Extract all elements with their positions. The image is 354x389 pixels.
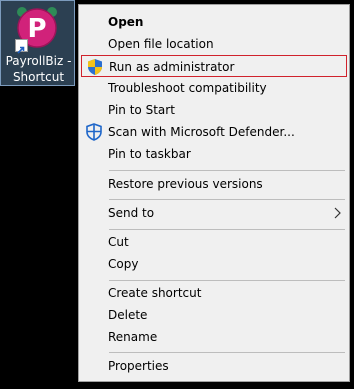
menu-item-label: Delete [108,308,148,322]
menu-item-copy[interactable]: Copy [81,253,347,275]
menu-item-label: Pin to taskbar [108,147,191,161]
payrollbiz-shortcut[interactable]: P PayrollBiz - Shortcut [0,0,75,86]
menu-item-create-shortcut[interactable]: Create shortcut [81,282,347,304]
uac-shield-icon [88,59,102,75]
menu-item-label: Restore previous versions [108,177,263,191]
menu-item-label: Run as administrator [109,60,235,74]
menu-item-label: Rename [108,330,158,344]
menu-item-label: Scan with Microsoft Defender... [108,125,295,139]
menu-item-properties[interactable]: Properties [81,355,347,377]
menu-item-label: Cut [108,235,129,249]
menu-item-label: Pin to Start [108,103,175,117]
menu-item-open-file-location[interactable]: Open file location [81,33,347,55]
menu-separator [109,280,345,281]
menu-separator [109,170,345,171]
menu-item-label: Properties [108,359,169,373]
shortcut-label: PayrollBiz - Shortcut [1,53,76,85]
menu-item-open[interactable]: Open [81,11,347,33]
shortcut-label-line2: Shortcut [12,70,65,84]
menu-item-delete[interactable]: Delete [81,304,347,326]
shortcut-label-line1: PayrollBiz - [5,54,72,68]
menu-item-label: Open file location [108,37,214,51]
menu-item-rename[interactable]: Rename [81,326,347,348]
menu-item-pin-to-taskbar[interactable]: Pin to taskbar [81,143,347,165]
menu-separator [109,352,345,353]
desktop: P PayrollBiz - Shortcut Open Open file l… [0,0,354,389]
chevron-right-icon [334,207,341,219]
menu-item-label: Open [108,15,144,29]
menu-item-troubleshoot-compatibility[interactable]: Troubleshoot compatibility [81,77,347,99]
menu-item-send-to[interactable]: Send to [81,202,347,224]
menu-separator [109,199,345,200]
menu-item-run-as-administrator[interactable]: Run as administrator [81,55,347,77]
menu-item-label: Copy [108,257,139,271]
context-menu: Open Open file location Run as administr… [78,4,350,382]
menu-item-scan-with-defender[interactable]: Scan with Microsoft Defender... [81,121,347,143]
defender-icon [86,123,102,141]
menu-item-restore-previous-versions[interactable]: Restore previous versions [81,173,347,195]
menu-item-label: Create shortcut [108,286,202,300]
menu-item-label: Troubleshoot compatibility [108,81,267,95]
menu-item-pin-to-start[interactable]: Pin to Start [81,99,347,121]
app-icon-letter: P [27,14,46,44]
menu-separator [109,229,345,230]
shortcut-arrow-icon [15,39,28,54]
menu-item-label: Send to [108,206,155,220]
menu-item-cut[interactable]: Cut [81,231,347,253]
